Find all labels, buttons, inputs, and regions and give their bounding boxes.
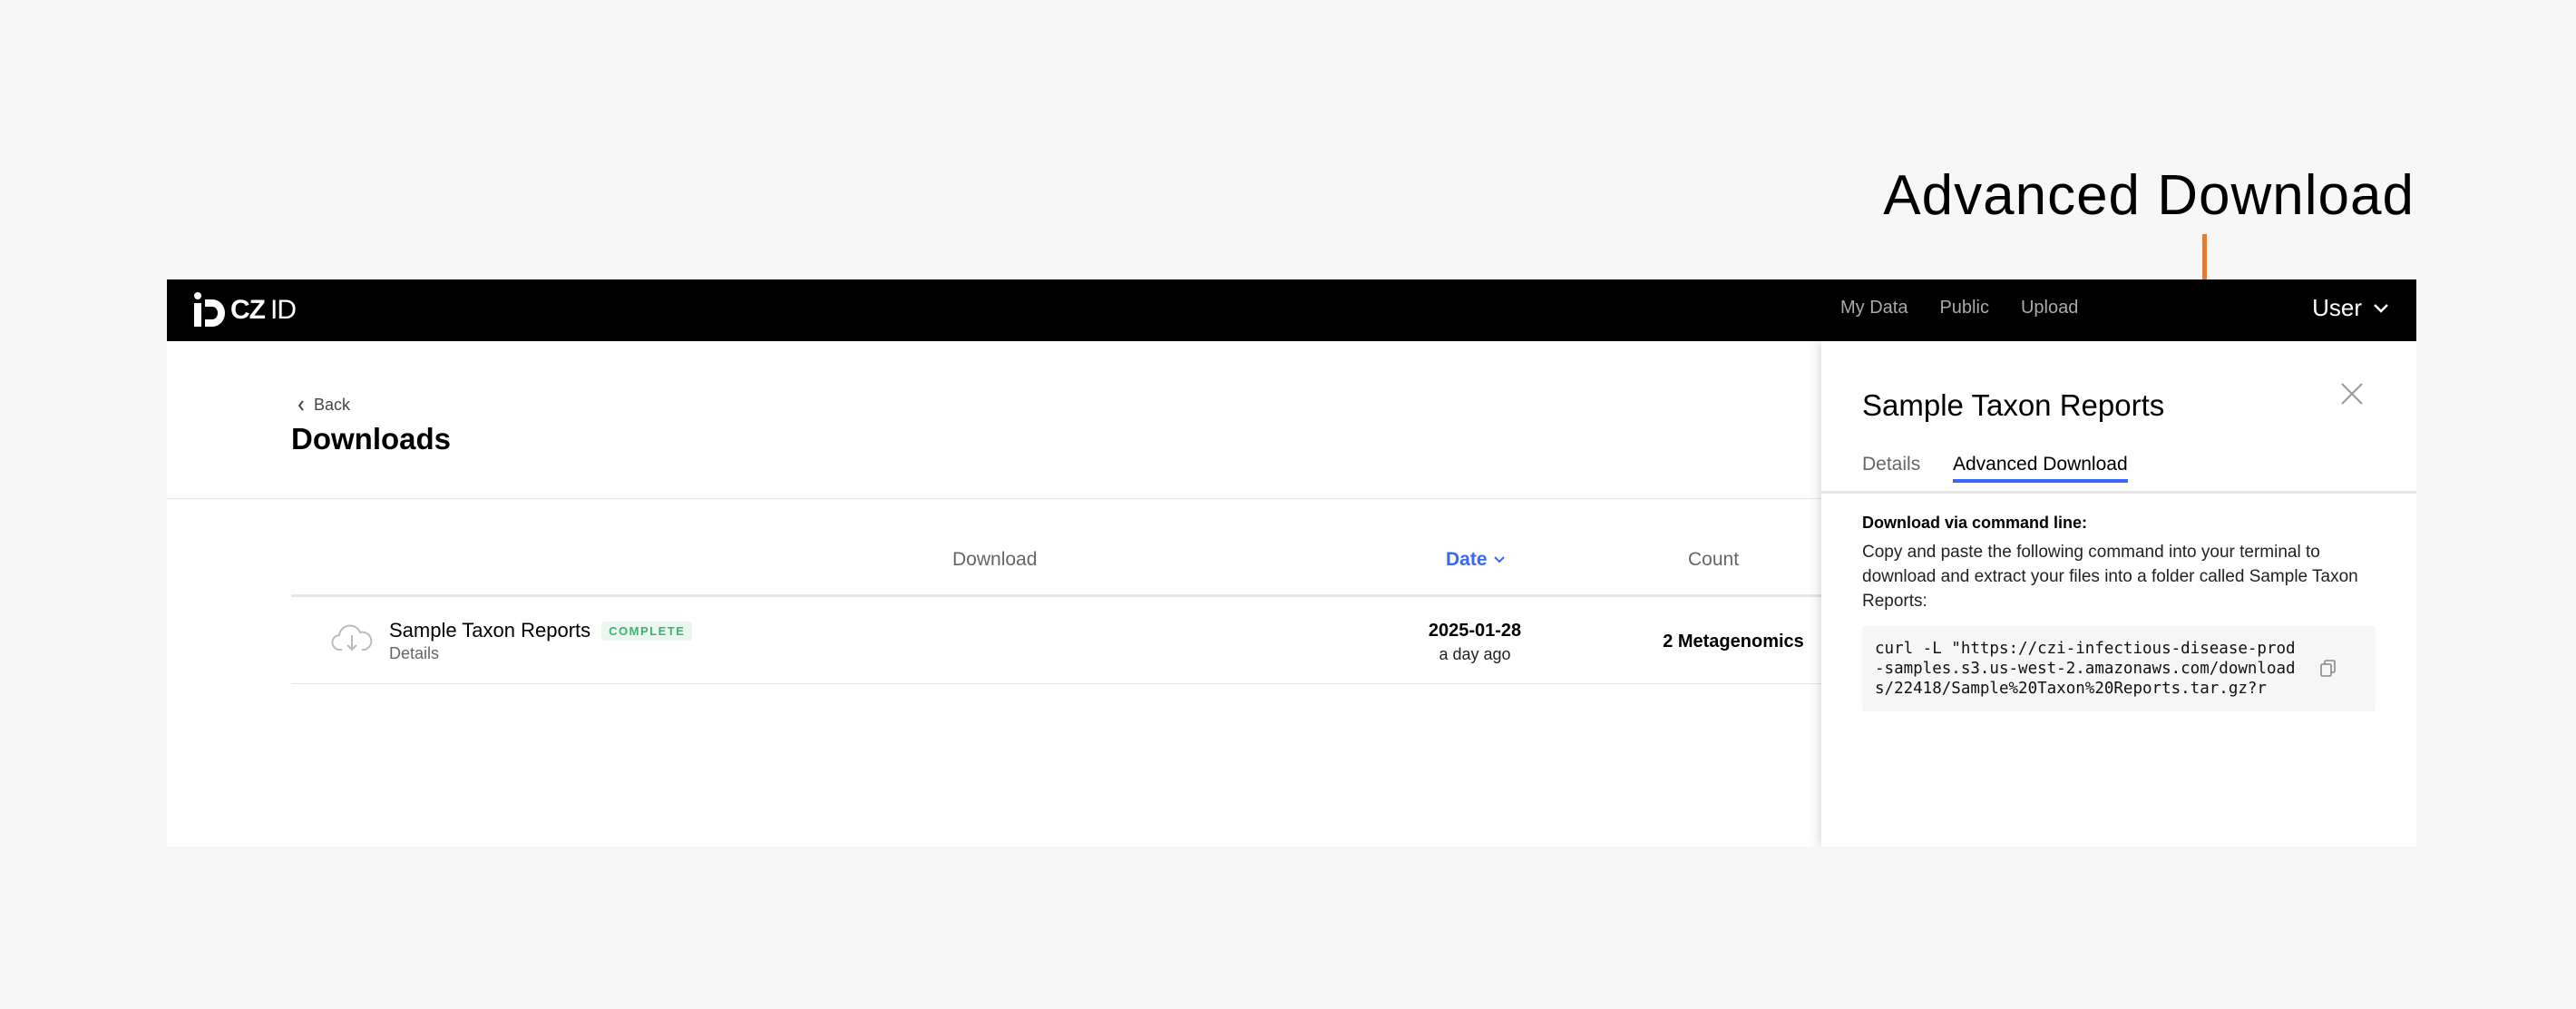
table-header: Download Date Count [291, 530, 1987, 597]
relative-date: a day ago [1439, 645, 1511, 663]
user-menu[interactable]: User [2312, 294, 2389, 322]
date-value: 2025-01-28 [1428, 621, 1522, 641]
czid-logo-icon [194, 292, 225, 327]
download-count: 2 Metagenomics [1663, 632, 1804, 651]
panel-tabs: Details Advanced Download [1821, 454, 2416, 494]
advanced-download-content: Download via command line: Copy and past… [1862, 514, 2379, 711]
downloads-table: Download Date Count Sample Taxon Reports… [291, 530, 1987, 684]
download-name: Sample Taxon Reports COMPLETE [389, 619, 693, 642]
command-line-heading: Download via command line: [1862, 514, 2088, 532]
status-badge: COMPLETE [601, 621, 693, 641]
table-row[interactable]: Sample Taxon Reports COMPLETE Details 20… [291, 597, 1987, 684]
top-navigation: CZ ID My Data Public Upload User [167, 279, 2416, 341]
panel-title: Sample Taxon Reports [1862, 388, 2165, 422]
callout-label: Advanced Download [1883, 164, 2415, 227]
tab-advanced-download[interactable]: Advanced Download [1953, 454, 2128, 483]
download-date: 2025-01-28 a day ago [1407, 621, 1543, 664]
page-title: Downloads [291, 422, 452, 456]
command-instructions: Copy and paste the following command int… [1862, 543, 2358, 611]
back-label: Back [314, 396, 351, 414]
logo-text: CZ ID [230, 295, 297, 325]
nav-link-my-data[interactable]: My Data [1840, 298, 1908, 318]
details-side-panel: Sample Taxon Reports Details Advanced Do… [1821, 341, 2416, 847]
nav-links: My Data Public Upload [1840, 298, 2110, 318]
column-header-date[interactable]: Date [1446, 530, 1506, 590]
chevron-left-icon [298, 399, 304, 411]
close-icon[interactable] [2340, 382, 2364, 406]
details-link[interactable]: Details [389, 644, 439, 663]
user-label: User [2312, 294, 2362, 321]
nav-link-upload[interactable]: Upload [2021, 298, 2078, 318]
screenshot-stage: Advanced Download CZ ID My Data Public Up… [0, 0, 2576, 1009]
cloud-download-icon [331, 624, 373, 651]
copy-icon[interactable] [2319, 659, 2337, 679]
column-header-count: Count [1688, 549, 1740, 570]
download-title: Sample Taxon Reports [389, 619, 591, 642]
curl-command[interactable]: curl -L "https://czi-infectious-disease-… [1875, 639, 2301, 699]
back-link[interactable]: Back [298, 396, 350, 415]
nav-link-public[interactable]: Public [1939, 298, 1988, 318]
app-window: CZ ID My Data Public Upload User Back Do… [167, 279, 2416, 847]
date-column-label: Date [1446, 549, 1488, 570]
tab-details[interactable]: Details [1862, 454, 1920, 483]
column-header-download: Download [952, 549, 1038, 570]
sort-chevron-down-icon [1493, 556, 1505, 563]
command-code-box: curl -L "https://czi-infectious-disease-… [1862, 626, 2376, 711]
czid-logo[interactable]: CZ ID [190, 290, 297, 330]
chevron-down-icon [2374, 303, 2388, 313]
